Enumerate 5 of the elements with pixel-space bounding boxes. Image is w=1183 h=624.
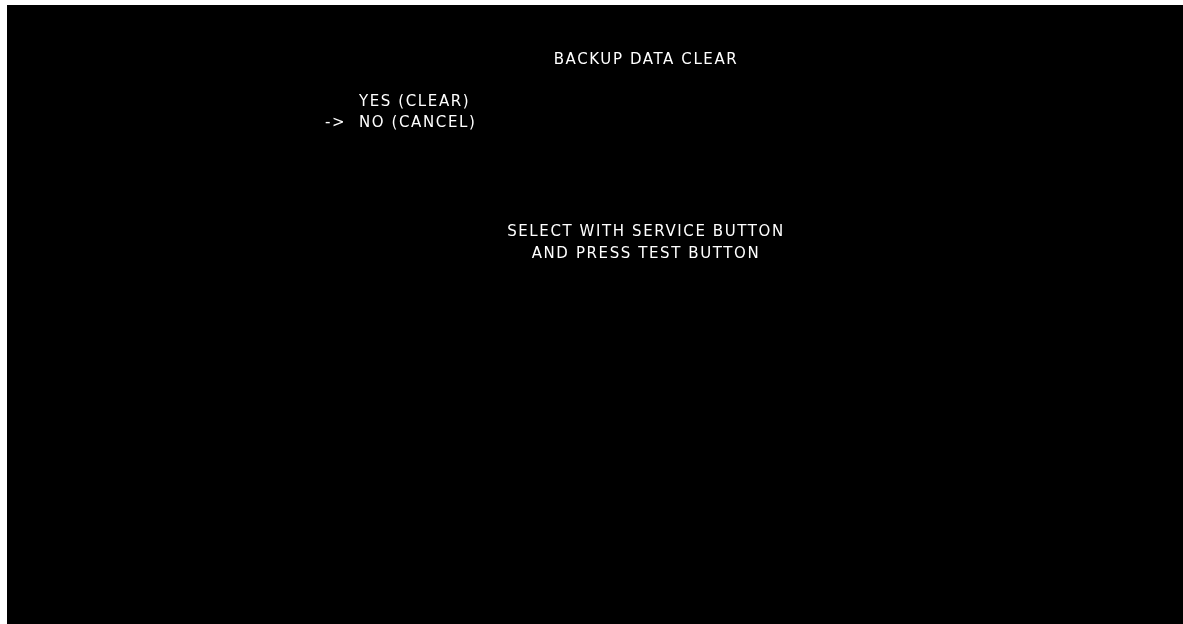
- menu-option[interactable]: -> NO (CANCEL): [325, 112, 477, 133]
- instruction-text: AND PRESS TEST BUTTON: [531, 244, 761, 262]
- instruction-text: SELECT WITH SERVICE BUTTON: [507, 222, 785, 240]
- screen-title: BACKUP DATA CLEAR: [553, 50, 739, 68]
- menu-option[interactable]: YES (CLEAR): [359, 91, 471, 112]
